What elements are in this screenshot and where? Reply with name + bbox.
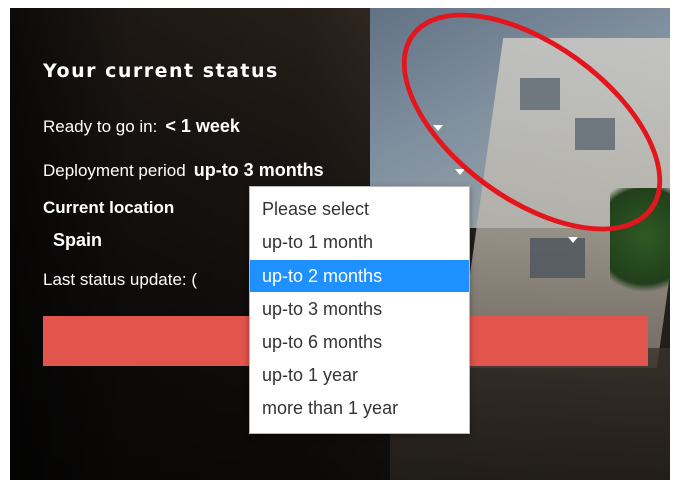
status-panel: Your current status Ready to go in: < 1 w… <box>10 8 670 480</box>
deployment-row[interactable]: Deployment period up-to 3 months <box>43 160 324 181</box>
app-frame: Your current status Ready to go in: < 1 w… <box>10 8 670 480</box>
dropdown-option[interactable]: more than 1 year <box>250 392 469 424</box>
status-title: Your current status <box>43 60 279 82</box>
ready-value[interactable]: < 1 week <box>165 116 240 136</box>
deployment-dropdown[interactable]: Please select up-to 1 month up-to 2 mont… <box>249 186 470 434</box>
dropdown-option[interactable]: Please select <box>250 193 469 225</box>
dropdown-option[interactable]: up-to 6 months <box>250 326 469 358</box>
location-label: Current location <box>43 198 175 217</box>
deployment-value[interactable]: up-to 3 months <box>194 160 324 180</box>
last-update-label: Last status update: ( <box>43 270 198 289</box>
dropdown-option[interactable]: up-to 1 month <box>250 226 469 258</box>
dropdown-option-highlighted[interactable]: up-to 2 months <box>250 260 469 292</box>
location-value[interactable]: Spain <box>53 230 102 251</box>
deployment-label: Deployment period <box>43 161 186 180</box>
ready-row[interactable]: Ready to go in: < 1 week <box>43 116 240 137</box>
dropdown-option[interactable]: up-to 3 months <box>250 293 469 325</box>
chevron-down-icon[interactable] <box>568 237 578 243</box>
ready-label: Ready to go in: <box>43 117 158 136</box>
dropdown-option[interactable]: up-to 1 year <box>250 359 469 391</box>
